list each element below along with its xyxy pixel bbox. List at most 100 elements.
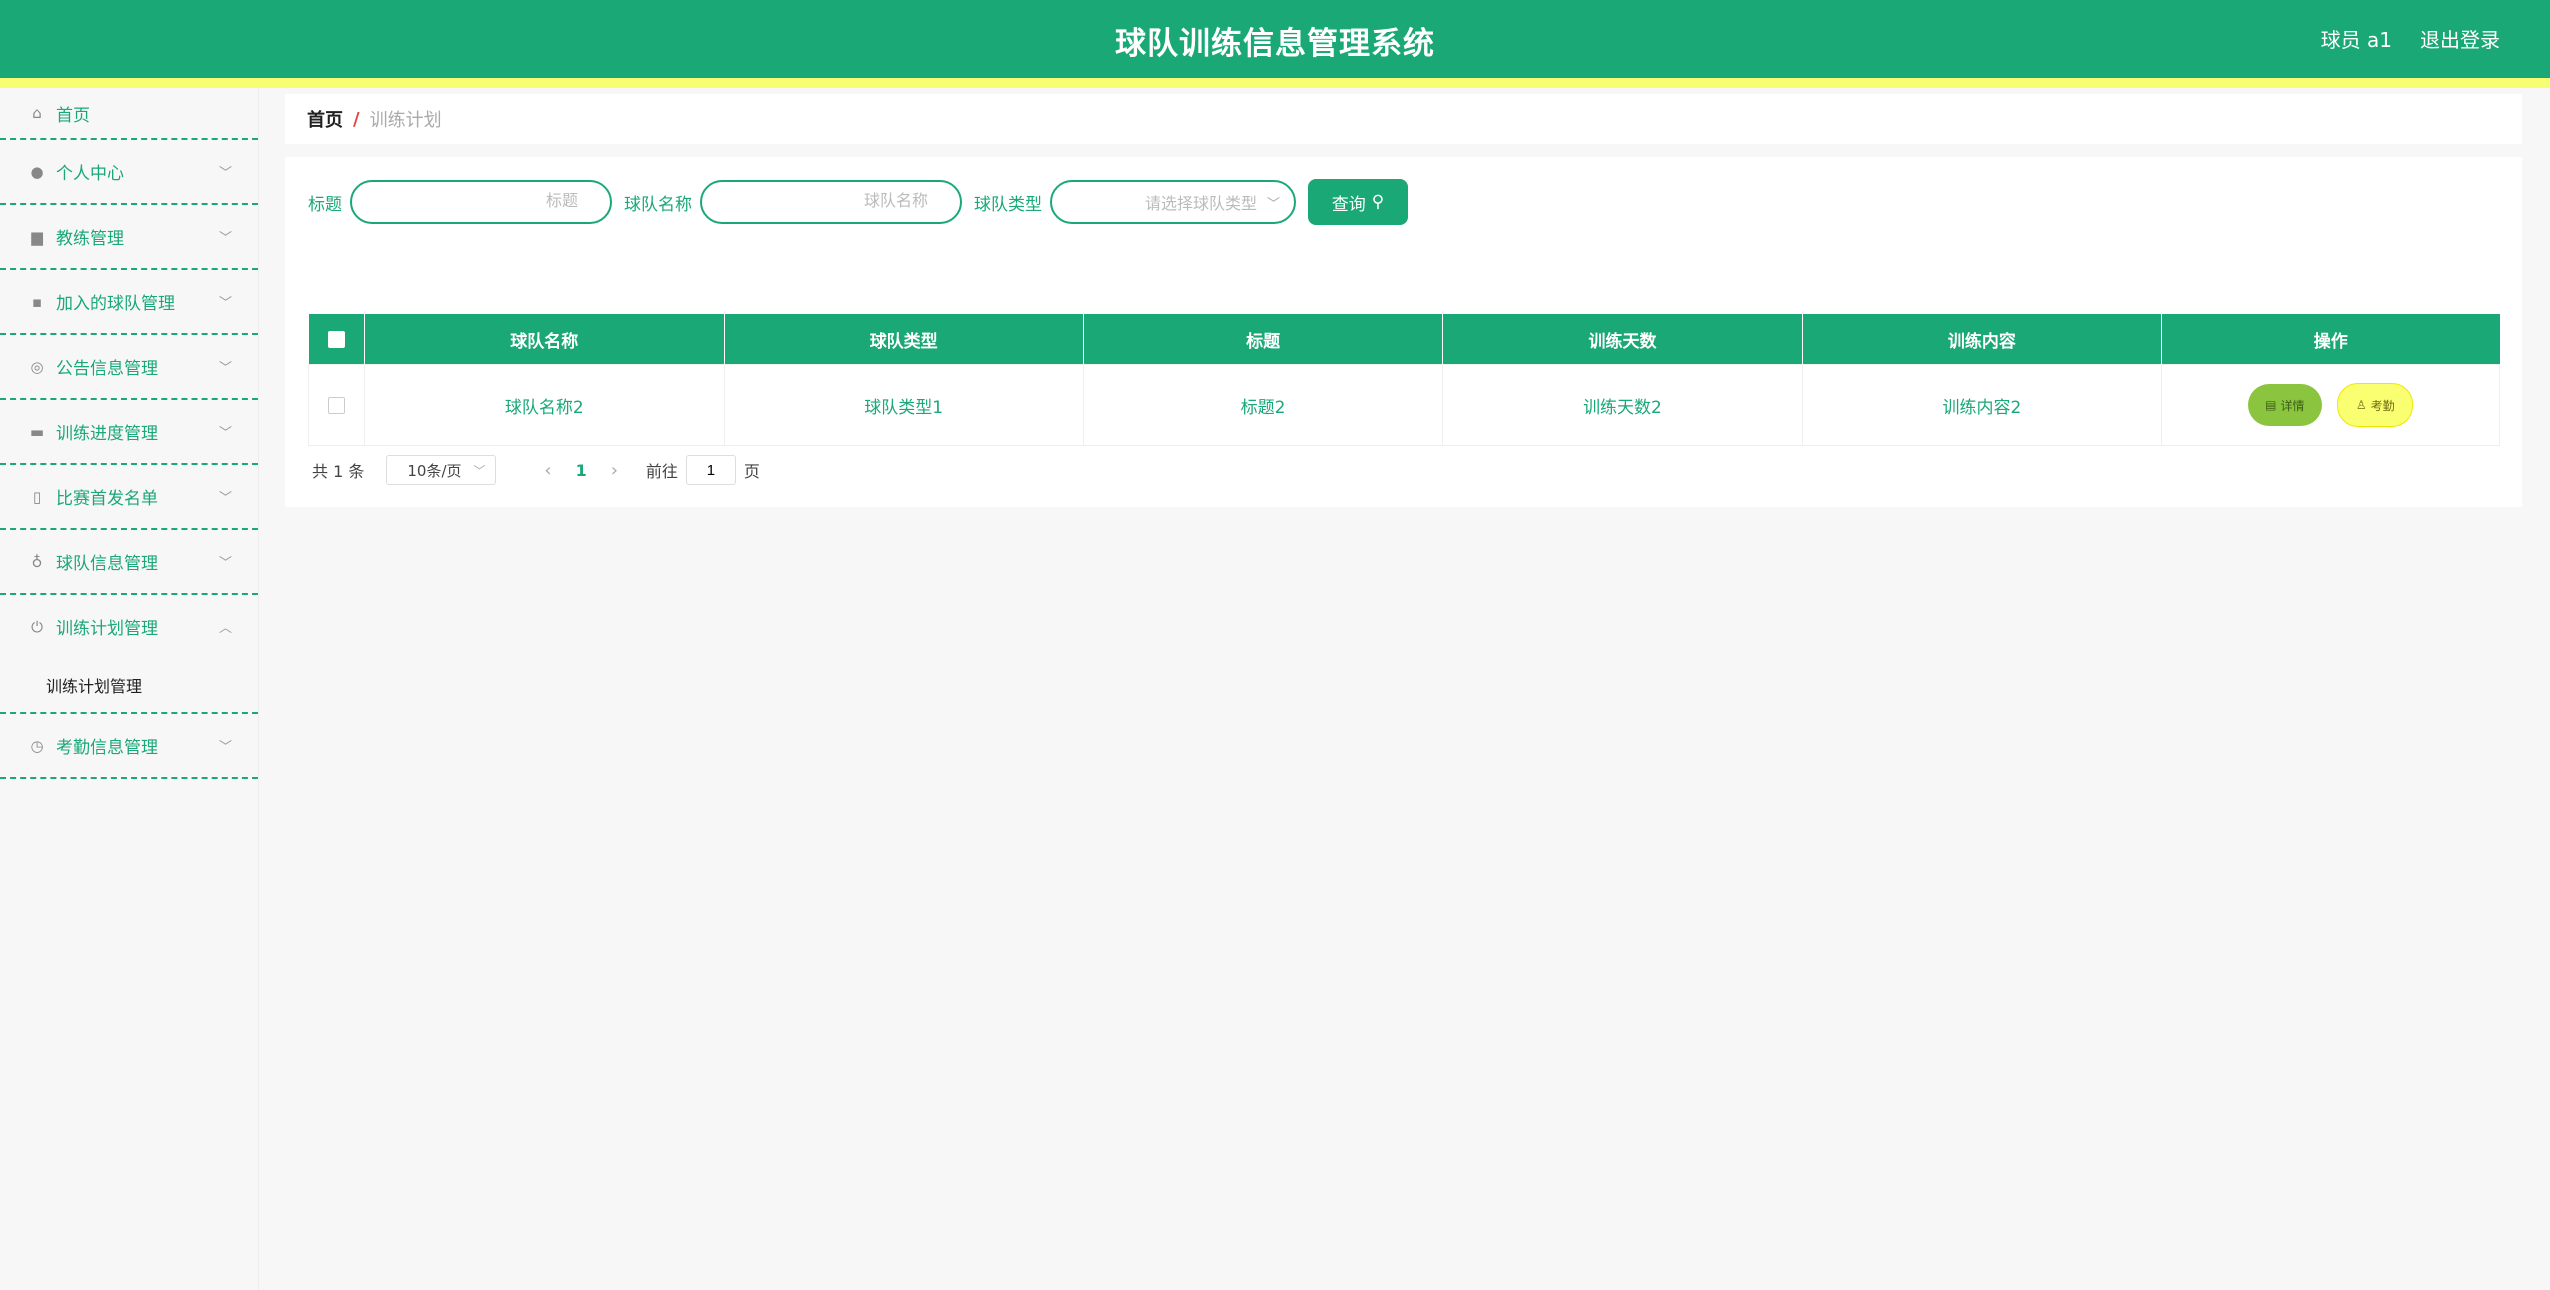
- sidebar-item-label: 首页: [56, 105, 90, 126]
- prev-page-icon[interactable]: ‹: [544, 460, 551, 481]
- chevron-down-icon: ﹀: [218, 231, 232, 246]
- page-number[interactable]: 1: [576, 461, 587, 480]
- table-header-row: 球队名称 球队类型 标题 训练天数 训练内容 操作: [308, 314, 2500, 365]
- search-bar: 标题 球队名称 球队类型 请选择球队类型 ﹀ 查询 ⚲: [308, 179, 1408, 225]
- query-button[interactable]: 查询 ⚲: [1308, 179, 1408, 225]
- chat-icon: ▪: [31, 292, 43, 311]
- chevron-down-icon: ﹀: [218, 361, 232, 376]
- sidebar-item-personal-center[interactable]: ● 个人中心 ﹀: [0, 140, 258, 205]
- attendance-button[interactable]: ♙ 考勤: [2337, 383, 2414, 427]
- sidebar-item-label: 教练管理: [56, 229, 124, 249]
- sidebar-item-label: 球队信息管理: [56, 554, 158, 574]
- page-size-select[interactable]: 10条/页 ﹀: [386, 455, 497, 485]
- pager-total: 共 1 条: [312, 462, 365, 481]
- page-size-value: 10条/页: [407, 461, 462, 480]
- top-bar: 球队训练信息管理系统 球员 a1 退出登录: [0, 0, 2550, 78]
- header-stripe: [0, 78, 2550, 88]
- cell-training-content: 训练内容2: [1801, 364, 2163, 446]
- chevron-up-icon: ︿: [218, 621, 232, 636]
- sidebar-item-attendance[interactable]: ◷ 考勤信息管理 ﹀: [0, 714, 258, 779]
- target-icon: ◎: [30, 357, 44, 376]
- detail-button[interactable]: ▤ 详情: [2247, 384, 2322, 426]
- next-page-icon[interactable]: ›: [611, 460, 618, 481]
- sidebar-item-training-plan[interactable]: ⏻ 训练计划管理 ︿: [0, 595, 258, 658]
- cell-title: 标题2: [1082, 364, 1444, 446]
- logout-link[interactable]: 退出登录: [2420, 24, 2500, 53]
- page-suffix: 页: [743, 462, 760, 481]
- column-header: 标题: [1083, 314, 1444, 365]
- top-right-nav: 球员 a1 退出登录: [2321, 24, 2500, 53]
- sidebar-item-team-info[interactable]: ♁ 球队信息管理 ﹀: [0, 530, 258, 595]
- app-title: 球队训练信息管理系统: [1115, 26, 1435, 62]
- document-icon: ▤: [2265, 398, 2277, 412]
- team-name-search-input[interactable]: [700, 180, 962, 224]
- sidebar-item-label: 公告信息管理: [56, 359, 158, 379]
- team-type-label: 球队类型: [974, 194, 1042, 215]
- clock-icon: ◷: [30, 736, 44, 755]
- breadcrumb: 首页 / 训练计划: [285, 94, 2522, 144]
- chevron-down-icon: ﹀: [218, 296, 232, 311]
- chevron-down-icon: ﹀: [218, 426, 232, 441]
- submenu-item-training-plan[interactable]: 训练计划管理: [0, 658, 258, 714]
- sidebar-item-training-progress[interactable]: ▬ 训练进度管理 ﹀: [0, 400, 258, 465]
- sidebar-item-home[interactable]: ⌂ 首页: [0, 88, 258, 140]
- cell-actions: ▤ 详情 ♙ 考勤: [2161, 364, 2500, 446]
- sidebar-item-label: 加入的球队管理: [56, 294, 175, 314]
- power-icon: ⏻: [31, 617, 43, 636]
- sidebar-item-joined-team[interactable]: ▪ 加入的球队管理 ﹀: [0, 270, 258, 335]
- team-type-select[interactable]: 请选择球队类型 ﹀: [1050, 180, 1296, 224]
- sidebar-item-label: 比赛首发名单: [56, 489, 158, 509]
- team-type-select-placeholder: 请选择球队类型: [1144, 194, 1257, 213]
- breadcrumb-current: 训练计划: [369, 110, 442, 131]
- column-header: 球队类型: [724, 314, 1084, 365]
- select-all-cell: [308, 314, 366, 365]
- column-header: 球队名称: [364, 314, 725, 365]
- team-name-label: 球队名称: [624, 194, 692, 215]
- user-icon: ●: [30, 162, 44, 181]
- microphone-icon: ♁: [31, 552, 43, 571]
- chevron-down-icon: ﹀: [218, 740, 232, 755]
- user-name[interactable]: 球员 a1: [2321, 24, 2392, 53]
- sidebar-item-label: 训练计划管理: [56, 619, 158, 639]
- sidebar-item-label: 训练进度管理: [56, 424, 158, 444]
- title-label: 标题: [308, 194, 342, 215]
- chevron-down-icon: ﹀: [218, 166, 232, 181]
- badge-icon: ▯: [32, 487, 42, 506]
- breadcrumb-home[interactable]: 首页: [307, 106, 343, 132]
- chevron-down-icon: ﹀: [218, 556, 232, 571]
- column-header: 训练内容: [1802, 314, 2163, 365]
- bar-chart-icon: ▆: [31, 227, 43, 246]
- goto-label: 前往: [645, 462, 678, 481]
- home-icon: ⌂: [32, 104, 42, 122]
- sidebar-item-coach[interactable]: ▆ 教练管理 ﹀: [0, 205, 258, 270]
- detail-button-label: 详情: [2280, 398, 2305, 413]
- row-select-cell: [307, 364, 366, 446]
- column-header: 训练天数: [1442, 314, 1803, 365]
- sidebar-item-notice[interactable]: ◎ 公告信息管理 ﹀: [0, 335, 258, 400]
- row-checkbox[interactable]: [328, 396, 346, 414]
- sidebar-item-match-lineup[interactable]: ▯ 比赛首发名单 ﹀: [0, 465, 258, 530]
- sidebar-item-label: 考勤信息管理: [56, 738, 158, 758]
- user-check-icon: ♙: [2355, 398, 2367, 412]
- chevron-down-icon: ﹀: [218, 491, 232, 506]
- chevron-down-icon: ﹀: [1266, 196, 1280, 212]
- main-panel: 标题 球队名称 球队类型 请选择球队类型 ﹀ 查询 ⚲ 球队名称 球队类型 标题…: [285, 157, 2522, 507]
- chevron-down-icon: ﹀: [473, 463, 486, 478]
- column-header: 操作: [2161, 314, 2500, 365]
- query-button-label: 查询: [1331, 194, 1366, 215]
- attendance-button-label: 考勤: [2370, 398, 2395, 413]
- cell-team-type: 球队类型1: [723, 364, 1084, 446]
- monitor-icon: ▬: [29, 422, 45, 441]
- title-search-input[interactable]: [350, 180, 612, 224]
- breadcrumb-separator: /: [353, 108, 360, 130]
- sidebar-item-label: 个人中心: [56, 164, 124, 184]
- table-row: 球队名称2 球队类型1 标题2 训练天数2 训练内容2 ▤ 详情 ♙ 考勤: [307, 364, 2500, 446]
- goto-page-input[interactable]: [685, 455, 736, 485]
- sidebar: ⌂ 首页 ● 个人中心 ﹀ ▆ 教练管理 ﹀ ▪ 加入的球队管理 ﹀ ◎ 公告信…: [0, 88, 259, 1290]
- pagination: 共 1 条 10条/页 ﹀ ‹ 1 › 前往 页: [312, 454, 760, 486]
- cell-team-name: 球队名称2: [364, 364, 725, 446]
- training-plan-table: 球队名称 球队类型 标题 训练天数 训练内容 操作 球队名称2 球队类型1 标题…: [307, 314, 2500, 446]
- search-icon: ⚲: [1371, 192, 1385, 212]
- select-all-checkbox[interactable]: [327, 330, 345, 348]
- cell-training-days: 训练天数2: [1442, 364, 1803, 446]
